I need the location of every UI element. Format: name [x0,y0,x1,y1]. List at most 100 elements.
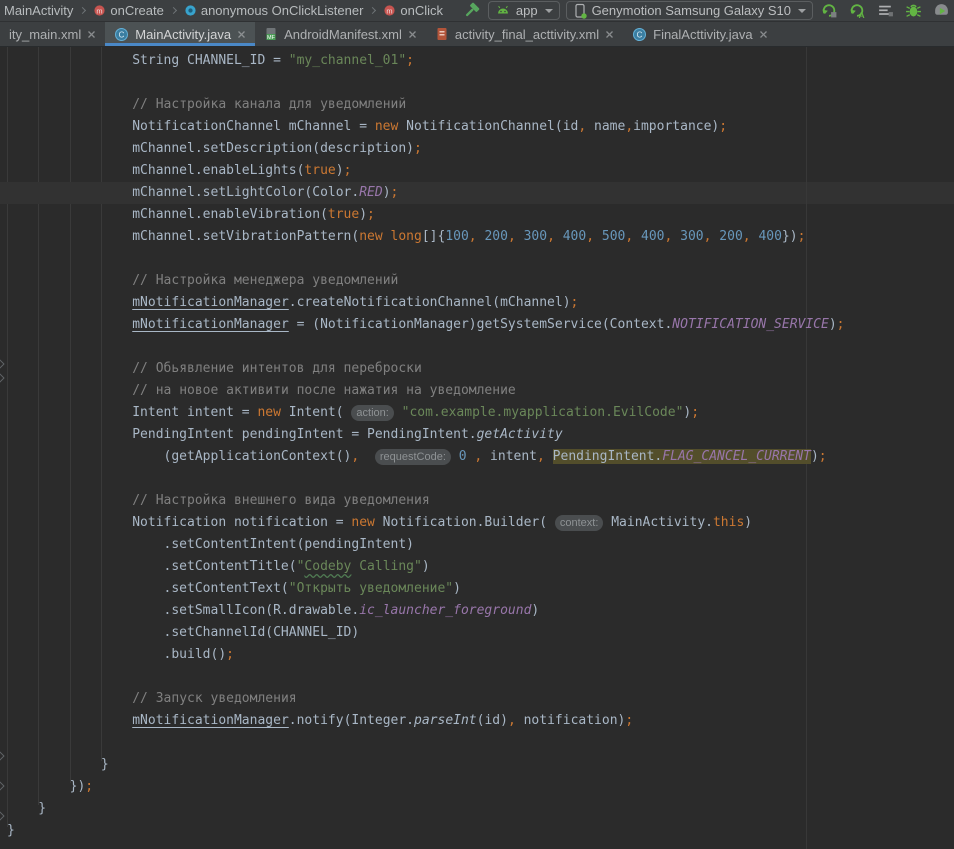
tab-mainactivity-java[interactable]: C MainActivity.java [105,22,255,46]
tab-activity-final-acttivity-xml[interactable]: activity_final_acttivity.xml [426,22,623,46]
apply-changes-restart-button[interactable] [819,1,840,20]
run-configuration-select[interactable]: app [488,1,560,20]
breadcrumb-label: onCreate [110,3,163,18]
breadcrumb-separator-icon [79,7,86,14]
method-icon: m [383,4,396,17]
code-line[interactable]: .build(); [7,644,845,666]
code-line[interactable]: mChannel.enableVibration(true); [7,204,845,226]
code-line[interactable]: mChannel.setLightColor(Color.RED); [7,182,845,204]
class-icon: C [632,27,647,42]
layout-icon [435,27,449,41]
code-line[interactable]: // Настройка внешнего вида уведомления [7,490,845,512]
fold-marker[interactable] [0,750,5,761]
code-line[interactable]: .setContentTitle("Codeby Calling") [7,556,845,578]
svg-text:m: m [97,6,103,15]
breadcrumb-item[interactable]: anonymous OnClickListener [182,3,366,18]
tab-label: FinalActtivity.java [653,27,752,42]
code-line[interactable]: (getApplicationContext(), requestCode: 0… [7,446,845,468]
editor-tab-bar: ity_main.xml C MainActivity.java MF AndroidM… [0,22,954,47]
breadcrumb-item[interactable]: m onClick [381,3,445,18]
code-line[interactable]: // Запуск уведомления [7,688,845,710]
code-line[interactable]: } [7,798,845,820]
chevron-down-icon [545,9,553,13]
run-configuration-label: app [516,3,538,18]
code-line[interactable]: .setContentText("Открыть уведомление") [7,578,845,600]
apply-code-changes-button[interactable]: A [847,1,868,20]
svg-text:C: C [637,30,643,39]
tab-androidmanifest-xml[interactable]: MF AndroidManifest.xml [255,22,426,46]
parameter-hint: requestCode: [375,449,451,465]
code-line[interactable] [7,468,845,490]
fold-marker[interactable] [0,372,5,383]
android-icon [495,3,511,19]
tab-close-button[interactable] [605,30,614,39]
tab-finalacttivity-java[interactable]: C FinalActtivity.java [623,22,776,46]
code-line[interactable]: .setContentIntent(pendingIntent) [7,534,845,556]
svg-text:MF: MF [267,35,276,41]
code-line[interactable]: PendingIntent pendingIntent = PendingInt… [7,424,845,446]
code-line[interactable]: mChannel.setDescription(description); [7,138,845,160]
breadcrumb-separator-icon [170,7,177,14]
code-line[interactable]: String CHANNEL_ID = "my_channel_01"; [7,50,845,72]
tab-label: AndroidManifest.xml [284,27,402,42]
tab-close-button[interactable] [237,30,246,39]
profiler-button[interactable] [931,1,952,20]
code-line[interactable]: Intent intent = new Intent( action: "com… [7,402,845,424]
debug-button[interactable] [903,1,924,20]
tab-label: activity_final_acttivity.xml [455,27,599,42]
code-line[interactable]: mNotificationManager = (NotificationMana… [7,314,845,336]
code-line[interactable]: .setSmallIcon(R.drawable.ic_launcher_for… [7,600,845,622]
breadcrumb-item[interactable]: MainActivity [2,3,75,18]
ide-window: MainActivity m onCreate anonymous OnClickLi… [0,0,954,849]
code-line[interactable]: mChannel.enableLights(true); [7,160,845,182]
code-line[interactable]: } [7,754,845,776]
tab-label: MainActivity.java [135,27,231,42]
navigation-bar: MainActivity m onCreate anonymous OnClickLi… [0,0,954,22]
code-line[interactable]: NotificationChannel mChannel = new Notif… [7,116,845,138]
code-area[interactable]: String CHANNEL_ID = "my_channel_01"; // … [7,50,845,842]
build-button[interactable] [461,1,482,20]
fold-marker[interactable] [0,780,5,791]
code-line[interactable]: // на новое активити после нажатия на ув… [7,380,845,402]
code-line[interactable]: // Обьявление интентов для переброски [7,358,845,380]
code-line[interactable]: mNotificationManager.createNotificationC… [7,292,845,314]
device-select[interactable]: Genymotion Samsung Galaxy S10 [566,1,813,20]
code-line[interactable] [7,336,845,358]
breadcrumb-item[interactable]: m onCreate [91,3,165,18]
code-editor[interactable]: String CHANNEL_ID = "my_channel_01"; // … [0,47,954,849]
tab-label: ity_main.xml [9,27,81,42]
attach-debugger-button[interactable] [875,1,896,20]
profiler-icon [933,2,950,19]
phone-icon [573,3,587,19]
breadcrumb-label: MainActivity [4,3,73,18]
debug-icon [905,2,922,19]
tab-close-button[interactable] [408,30,417,39]
code-line[interactable] [7,248,845,270]
breadcrumb-separator-icon [369,7,376,14]
code-line[interactable] [7,732,845,754]
apply-code-changes-icon: A [849,2,866,19]
parameter-hint: action: [351,405,393,421]
code-line[interactable]: // Настройка канала для уведомлений [7,94,845,116]
code-line[interactable] [7,72,845,94]
fold-marker[interactable] [0,358,5,369]
tab-close-button[interactable] [759,30,768,39]
svg-text:C: C [119,30,125,39]
tab-ity-main-xml[interactable]: ity_main.xml [0,22,105,46]
code-line[interactable]: mNotificationManager.notify(Integer.pars… [7,710,845,732]
breadcrumb-label: onClick [400,3,443,18]
manifest-icon: MF [264,27,278,41]
parameter-hint: context: [555,515,604,531]
code-line[interactable]: } [7,820,845,842]
attach-debugger-icon [877,2,894,19]
tab-close-button[interactable] [87,30,96,39]
toolbar-action-buttons: A [819,1,952,20]
method-icon: m [93,4,106,17]
code-line[interactable]: // Настройка менеджера уведомлений [7,270,845,292]
fold-marker[interactable] [0,810,5,821]
code-line[interactable]: .setChannelId(CHANNEL_ID) [7,622,845,644]
code-line[interactable]: mChannel.setVibrationPattern(new long[]{… [7,226,845,248]
code-line[interactable]: }); [7,776,845,798]
code-line[interactable] [7,666,845,688]
code-line[interactable]: Notification notification = new Notifica… [7,512,845,534]
